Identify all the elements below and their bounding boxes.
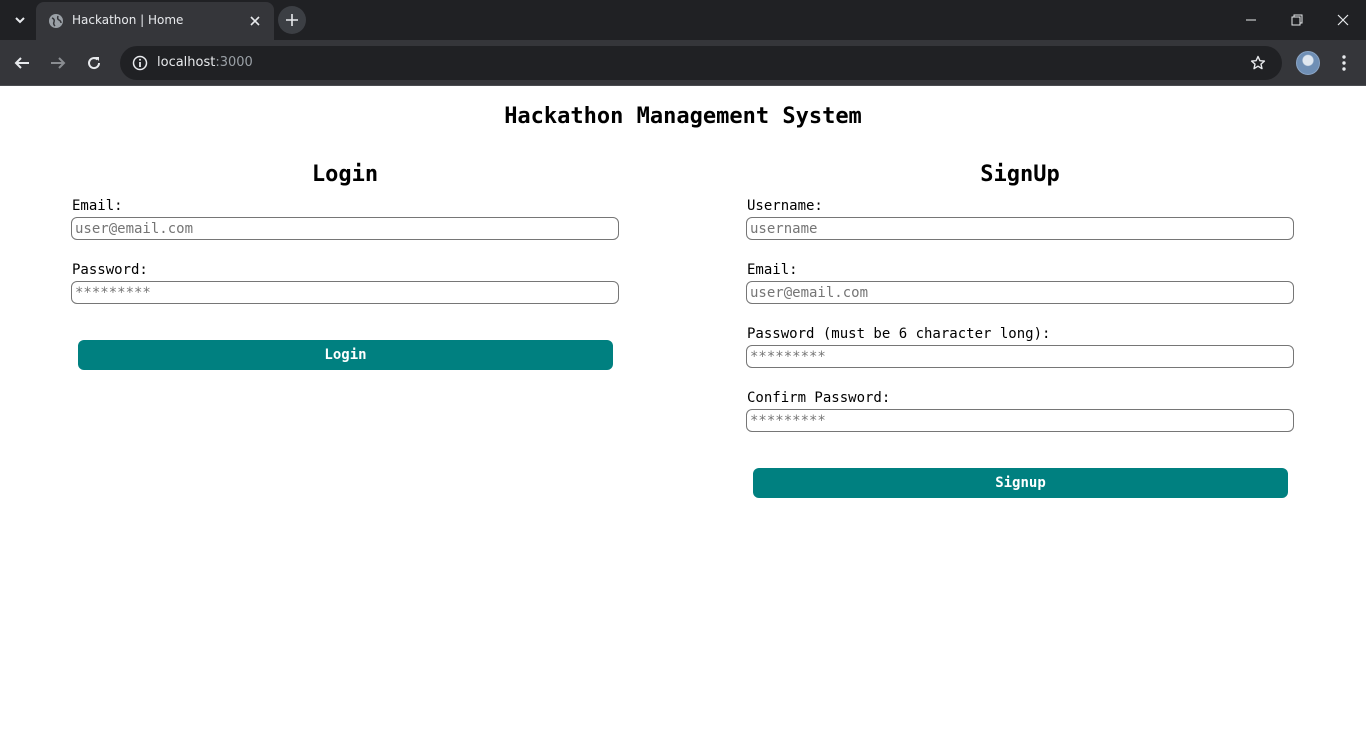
profile-avatar[interactable] bbox=[1296, 51, 1320, 75]
login-form: Login Email: Password: Login bbox=[71, 162, 619, 370]
close-window-button[interactable] bbox=[1320, 0, 1366, 40]
more-vert-icon bbox=[1342, 55, 1346, 71]
globe-icon bbox=[48, 13, 64, 29]
login-email-label: Email: bbox=[72, 198, 123, 214]
signup-email-label: Email: bbox=[747, 262, 798, 278]
bookmark-star-icon[interactable] bbox=[1248, 53, 1268, 73]
arrow-right-icon bbox=[51, 57, 66, 69]
browser-toolbar: localhost:3000 bbox=[0, 40, 1366, 86]
close-icon bbox=[1337, 14, 1349, 26]
signup-username-field: Username: bbox=[746, 192, 1294, 256]
login-button[interactable]: Login bbox=[78, 340, 613, 370]
signup-confirm-password-label: Confirm Password: bbox=[747, 390, 891, 406]
reload-icon bbox=[88, 57, 101, 70]
url-port: :3000 bbox=[215, 55, 253, 70]
login-email-field: Email: bbox=[71, 192, 619, 256]
restore-icon bbox=[1291, 14, 1303, 26]
browser-tab[interactable]: Hackathon | Home bbox=[36, 2, 274, 40]
signup-email-input[interactable] bbox=[746, 281, 1294, 304]
browser-tab-bar: Hackathon | Home bbox=[0, 0, 1366, 40]
login-password-field: Password: bbox=[71, 256, 619, 320]
login-heading: Login bbox=[311, 162, 379, 187]
page-title: Hackathon Management System bbox=[504, 104, 862, 129]
reload-button[interactable] bbox=[80, 49, 108, 77]
minimize-button[interactable] bbox=[1228, 0, 1274, 40]
signup-username-label: Username: bbox=[747, 198, 823, 214]
signup-confirm-password-input[interactable] bbox=[746, 409, 1294, 432]
forward-button[interactable] bbox=[44, 49, 72, 77]
back-button[interactable] bbox=[8, 49, 36, 77]
browser-menu-button[interactable] bbox=[1332, 49, 1356, 77]
page-content: Hackathon Management System Login Email:… bbox=[0, 87, 1366, 732]
plus-icon bbox=[286, 14, 298, 26]
tab-search-chevron-icon[interactable] bbox=[8, 8, 32, 32]
new-tab-button[interactable] bbox=[278, 6, 306, 34]
signup-password-field: Password (must be 6 character long): bbox=[746, 320, 1294, 384]
minimize-icon bbox=[1246, 19, 1256, 21]
url-host: localhost bbox=[157, 55, 216, 70]
arrow-left-icon bbox=[14, 57, 29, 69]
site-info-icon[interactable] bbox=[128, 51, 152, 75]
signup-heading: SignUp bbox=[980, 162, 1060, 187]
login-email-input[interactable] bbox=[71, 217, 619, 240]
tab-close-icon[interactable] bbox=[246, 12, 264, 30]
signup-password-input[interactable] bbox=[746, 345, 1294, 368]
signup-username-input[interactable] bbox=[746, 217, 1294, 240]
signup-form: SignUp Username: Email: Password (must b… bbox=[746, 162, 1294, 498]
signup-button[interactable]: Signup bbox=[753, 468, 1288, 498]
url-text[interactable]: localhost:3000 bbox=[157, 55, 253, 70]
signup-password-label: Password (must be 6 character long): bbox=[747, 326, 1051, 342]
address-bar[interactable]: localhost:3000 bbox=[120, 46, 1282, 80]
tab-title: Hackathon | Home bbox=[72, 13, 184, 27]
login-password-label: Password: bbox=[72, 262, 148, 278]
login-password-input[interactable] bbox=[71, 281, 619, 304]
restore-button[interactable] bbox=[1274, 0, 1320, 40]
signup-email-field: Email: bbox=[746, 256, 1294, 320]
signup-confirm-password-field: Confirm Password: bbox=[746, 384, 1294, 448]
